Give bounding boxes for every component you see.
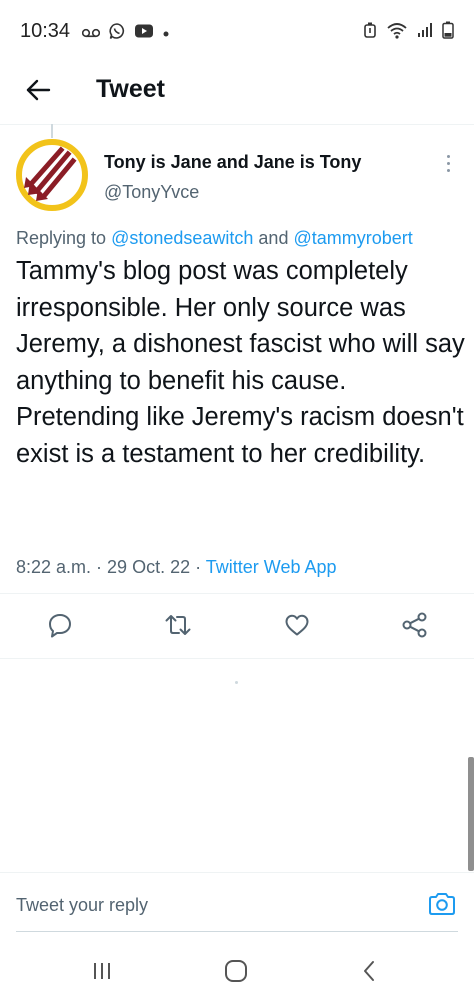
alarm-icon <box>363 21 377 44</box>
youtube-icon <box>134 23 154 44</box>
share-icon <box>401 612 429 643</box>
back-icon <box>362 960 376 987</box>
dot-icon <box>162 25 170 43</box>
camera-icon <box>427 891 457 922</box>
home-button[interactable] <box>219 958 253 988</box>
reply-user-link[interactable]: @stonedseawitch <box>111 228 253 248</box>
battery-icon <box>442 21 454 44</box>
thread-connector-line <box>51 124 53 138</box>
reply-bar: Tweet your reply <box>0 872 474 935</box>
status-bar: 10:34 <box>0 0 474 62</box>
tweet-paragraph: Tammy's blog post was completely irrespo… <box>16 257 465 395</box>
app-header: Tweet <box>0 62 474 125</box>
reply-user-link[interactable]: @tammyrobert <box>293 228 412 248</box>
recent-apps-button[interactable] <box>85 958 119 988</box>
retweet-icon <box>164 612 192 643</box>
reply-underline <box>16 931 458 932</box>
tweet-paragraph: Pretending like Jeremy's racism doesn't … <box>16 403 464 468</box>
camera-button[interactable] <box>426 890 458 922</box>
more-dot-icon <box>446 168 450 172</box>
voicemail-icon <box>81 25 101 43</box>
recent-apps-icon <box>91 961 113 986</box>
home-icon <box>224 959 248 988</box>
back-button[interactable] <box>22 76 54 108</box>
status-notification-icons <box>81 22 170 45</box>
like-button[interactable] <box>282 612 312 642</box>
more-dot-icon <box>446 161 450 165</box>
signal-icon <box>417 22 433 43</box>
replying-to: Replying to @stonedseawitch and @tammyro… <box>16 228 413 249</box>
reply-button[interactable] <box>45 612 75 642</box>
tweet-source-link[interactable]: Twitter Web App <box>206 557 337 577</box>
arrow-left-icon <box>25 79 51 106</box>
scrollbar[interactable] <box>468 757 474 871</box>
loading-indicator <box>235 681 238 684</box>
wifi-icon <box>386 21 408 44</box>
meta-separator: · <box>190 557 206 577</box>
replying-connector: and <box>253 228 294 248</box>
divider <box>0 658 474 659</box>
whatsapp-icon <box>108 22 126 45</box>
status-system-icons <box>363 21 454 44</box>
share-button[interactable] <box>400 612 430 642</box>
avatar[interactable] <box>16 139 88 211</box>
retweet-button[interactable] <box>163 612 193 642</box>
system-nav-bar <box>0 944 474 1001</box>
page-title: Tweet <box>96 75 165 103</box>
user-handle[interactable]: @TonyYvce <box>104 182 199 203</box>
more-dot-icon <box>446 154 450 158</box>
tweet-text: Tammy's blog post was completely irrespo… <box>16 253 466 473</box>
reply-icon <box>47 612 73 643</box>
status-time: 10:34 <box>20 20 71 42</box>
more-options-button[interactable] <box>438 150 458 176</box>
back-nav-button[interactable] <box>352 958 386 988</box>
tweet-date[interactable]: 29 Oct. 22 <box>107 557 190 577</box>
meta-separator: · <box>91 557 108 577</box>
replying-prefix: Replying to <box>16 228 112 248</box>
reply-input[interactable]: Tweet your reply <box>16 895 148 916</box>
tweet-meta: 8:22 a.m. · 29 Oct. 22 · Twitter Web App <box>16 557 337 578</box>
iron-front-logo-icon <box>16 139 88 211</box>
like-icon <box>284 613 310 642</box>
tweet-actions <box>0 594 474 658</box>
tweet-time[interactable]: 8:22 a.m. <box>16 557 91 577</box>
display-name[interactable]: Tony is Jane and Jane is Tony <box>104 152 361 173</box>
